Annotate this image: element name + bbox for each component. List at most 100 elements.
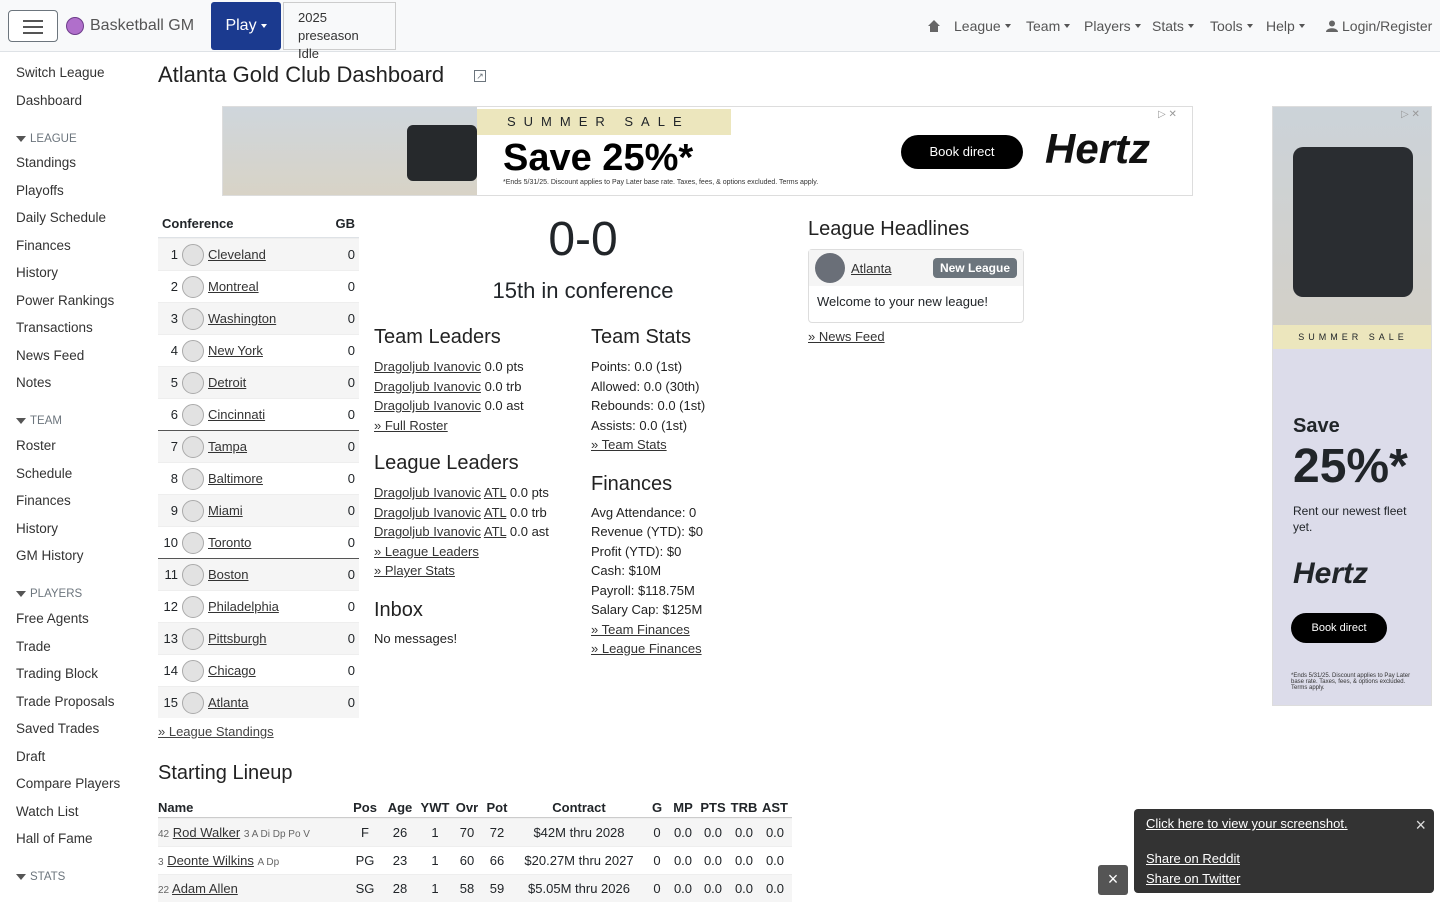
lineup-header-cell[interactable]: Contract	[512, 800, 646, 815]
news-feed-link[interactable]: » News Feed	[808, 329, 885, 344]
player-link[interactable]: Deonte Wilkins	[167, 853, 254, 868]
hamburger-menu-button[interactable]	[8, 10, 58, 42]
sidebar-item-schedule[interactable]: Schedule	[0, 461, 150, 487]
lineup-header-cell[interactable]: Pos	[348, 800, 382, 815]
sidebar-item-watch-list[interactable]: Watch List	[0, 799, 150, 825]
league-menu[interactable]: League	[954, 2, 1011, 50]
sidebar-item-notes[interactable]: Notes	[0, 370, 150, 396]
help-menu[interactable]: Help	[1266, 2, 1305, 50]
team-link[interactable]: Cleveland	[208, 247, 341, 262]
team-link[interactable]: ATL	[484, 524, 506, 539]
player-link[interactable]: Rod Walker	[173, 825, 240, 840]
player-link[interactable]: Adam Allen	[172, 881, 238, 896]
team-logo-icon[interactable]	[815, 253, 845, 283]
team-menu[interactable]: Team	[1026, 2, 1071, 50]
sidebar-item-league-finances[interactable]: Finances	[0, 233, 150, 259]
sidebar-item-compare-players[interactable]: Compare Players	[0, 771, 150, 797]
brand-link[interactable]: Basketball GM	[66, 10, 194, 42]
players-section-header[interactable]: PLAYERS	[0, 587, 150, 601]
players-menu[interactable]: Players	[1084, 2, 1141, 50]
team-link[interactable]: Cincinnati	[208, 407, 341, 422]
sidebar-item-switch-league[interactable]: Switch League	[0, 60, 150, 86]
login-register-link[interactable]: Login/Register	[1326, 2, 1432, 50]
close-share-button[interactable]: ×	[1098, 865, 1128, 895]
sidebar-item-power-rankings[interactable]: Power Rankings	[0, 288, 150, 314]
sidebar-item-standings[interactable]: Standings	[0, 150, 150, 176]
sidebar-item-trade-proposals[interactable]: Trade Proposals	[0, 689, 150, 715]
share-twitter-link[interactable]: Share on Twitter	[1146, 871, 1240, 886]
full-roster-link[interactable]: » Full Roster	[374, 418, 448, 433]
external-link-icon[interactable]: ↗	[474, 70, 486, 82]
sidebar-item-team-finances[interactable]: Finances	[0, 488, 150, 514]
share-reddit-link[interactable]: Share on Reddit	[1146, 851, 1240, 866]
view-screenshot-link[interactable]: Click here to view your screenshot.	[1146, 816, 1348, 831]
team-link[interactable]: Baltimore	[208, 471, 341, 486]
lineup-header-cell[interactable]: TRB	[728, 800, 760, 815]
team-link[interactable]: Boston	[208, 567, 341, 582]
team-link[interactable]: Montreal	[208, 279, 341, 294]
lineup-header-cell[interactable]: Pot	[482, 800, 512, 815]
team-link[interactable]: Atlanta	[208, 695, 341, 710]
lineup-header-cell[interactable]: G	[646, 800, 668, 815]
sidebar-item-saved-trades[interactable]: Saved Trades	[0, 716, 150, 742]
league-standings-link[interactable]: » League Standings	[158, 724, 359, 739]
adchoices-icon[interactable]: ▷ ✕	[1401, 109, 1420, 120]
player-link[interactable]: Dragoljub Ivanovic	[374, 524, 481, 539]
ad-book-direct-button[interactable]: Book direct	[1291, 613, 1387, 643]
player-link[interactable]: Dragoljub Ivanovic	[374, 359, 481, 374]
team-link[interactable]: ATL	[484, 505, 506, 520]
sidebar-item-roster[interactable]: Roster	[0, 433, 150, 459]
lineup-header-cell[interactable]: PTS	[698, 800, 728, 815]
team-link[interactable]: Washington	[208, 311, 341, 326]
team-finances-link[interactable]: » Team Finances	[591, 622, 690, 637]
league-finances-link[interactable]: » League Finances	[591, 641, 702, 656]
top-banner-ad[interactable]: SUMMER SALE Save 25%* *Ends 5/31/25. Dis…	[222, 106, 1193, 196]
lineup-header-cell[interactable]: YWT	[418, 800, 452, 815]
team-link[interactable]: Philadelphia	[208, 599, 341, 614]
headline-team-link[interactable]: Atlanta	[851, 261, 891, 276]
play-button[interactable]: Play	[211, 2, 281, 50]
team-stats-link[interactable]: » Team Stats	[591, 437, 667, 452]
player-stats-link[interactable]: » Player Stats	[374, 563, 455, 578]
lineup-header-cell[interactable]: Age	[382, 800, 418, 815]
sidebar-item-hall-of-fame[interactable]: Hall of Fame	[0, 826, 150, 852]
team-link[interactable]: Pittsburgh	[208, 631, 341, 646]
sidebar-item-team-history[interactable]: History	[0, 516, 150, 542]
lineup-header-cell[interactable]: Name	[158, 800, 348, 815]
team-link[interactable]: Miami	[208, 503, 341, 518]
league-section-header[interactable]: LEAGUE	[0, 132, 150, 146]
side-banner-ad[interactable]: SUMMER SALE Save 25%* Rent our newest fl…	[1272, 106, 1432, 706]
sidebar-item-gm-history[interactable]: GM History	[0, 543, 150, 569]
tools-menu[interactable]: Tools	[1210, 2, 1253, 50]
close-icon[interactable]: ×	[1415, 815, 1426, 836]
home-button[interactable]	[920, 2, 948, 50]
sidebar-item-news-feed[interactable]: News Feed	[0, 343, 150, 369]
sidebar-item-draft[interactable]: Draft	[0, 744, 150, 770]
sidebar-item-daily-schedule[interactable]: Daily Schedule	[0, 205, 150, 231]
sidebar-item-free-agents[interactable]: Free Agents	[0, 606, 150, 632]
lineup-header-cell[interactable]: MP	[668, 800, 698, 815]
team-link[interactable]: Chicago	[208, 663, 341, 678]
lineup-header-cell[interactable]: Ovr	[452, 800, 482, 815]
sidebar-item-playoffs[interactable]: Playoffs	[0, 178, 150, 204]
player-link[interactable]: Dragoljub Ivanovic	[374, 505, 481, 520]
ad-book-direct-button[interactable]: Book direct	[901, 135, 1023, 169]
stats-section-header[interactable]: STATS	[0, 870, 150, 884]
sidebar-item-transactions[interactable]: Transactions	[0, 315, 150, 341]
sidebar-item-dashboard[interactable]: Dashboard	[0, 88, 150, 114]
team-link[interactable]: New York	[208, 343, 341, 358]
lineup-header-cell[interactable]: AST	[760, 800, 790, 815]
player-link[interactable]: Dragoljub Ivanovic	[374, 398, 481, 413]
stats-menu[interactable]: Stats	[1152, 2, 1194, 50]
team-link[interactable]: ATL	[484, 485, 506, 500]
sidebar-item-trade[interactable]: Trade	[0, 634, 150, 660]
sidebar-item-league-history[interactable]: History	[0, 260, 150, 286]
player-link[interactable]: Dragoljub Ivanovic	[374, 379, 481, 394]
team-section-header[interactable]: TEAM	[0, 414, 150, 428]
sidebar-item-trading-block[interactable]: Trading Block	[0, 661, 150, 687]
team-link[interactable]: Detroit	[208, 375, 341, 390]
team-link[interactable]: Toronto	[208, 535, 341, 550]
adchoices-icon[interactable]: ▷ ✕	[1158, 109, 1177, 120]
league-leaders-link[interactable]: » League Leaders	[374, 544, 479, 559]
team-link[interactable]: Tampa	[208, 439, 341, 454]
